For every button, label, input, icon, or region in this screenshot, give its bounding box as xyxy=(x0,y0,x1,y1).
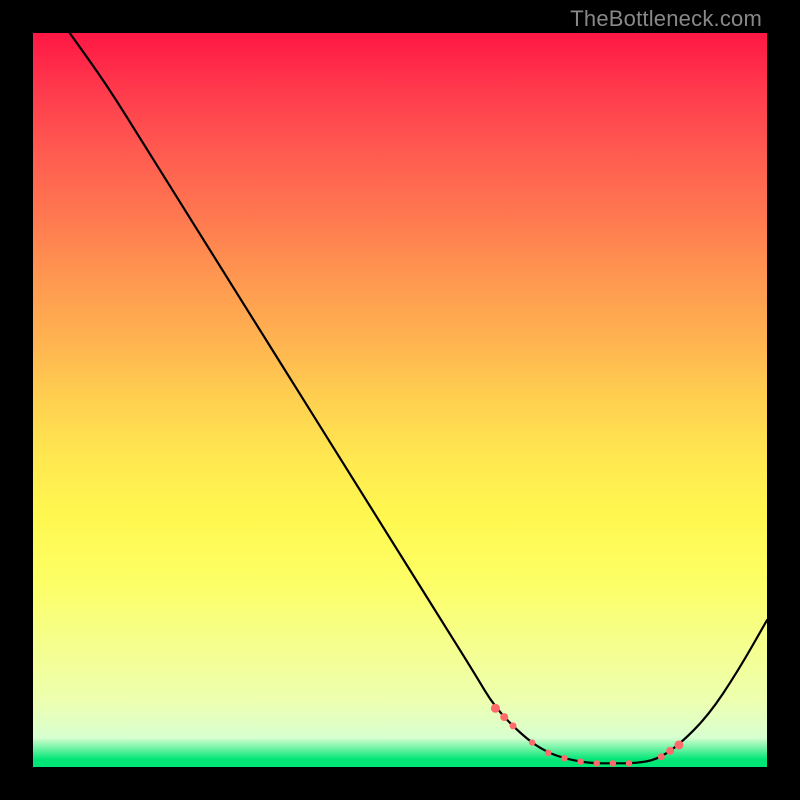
highlight-dot xyxy=(491,704,500,713)
highlight-dot xyxy=(529,739,535,745)
highlight-dot xyxy=(658,753,665,760)
highlight-dot xyxy=(666,747,674,755)
highlight-dot xyxy=(674,740,683,749)
highlight-dot xyxy=(561,755,567,761)
highlight-dot xyxy=(577,758,583,764)
chart-frame: TheBottleneck.com xyxy=(0,0,800,800)
highlight-dot xyxy=(594,760,600,766)
highlight-dot xyxy=(626,760,632,766)
highlight-dot xyxy=(510,722,517,729)
watermark-text: TheBottleneck.com xyxy=(570,6,762,32)
highlight-dot xyxy=(545,750,551,756)
highlight-dot xyxy=(500,713,508,721)
curve-layer xyxy=(33,33,767,767)
bottleneck-curve xyxy=(70,33,767,763)
plot-area xyxy=(33,33,767,767)
highlight-dot xyxy=(610,760,616,766)
highlight-dots xyxy=(491,704,683,767)
